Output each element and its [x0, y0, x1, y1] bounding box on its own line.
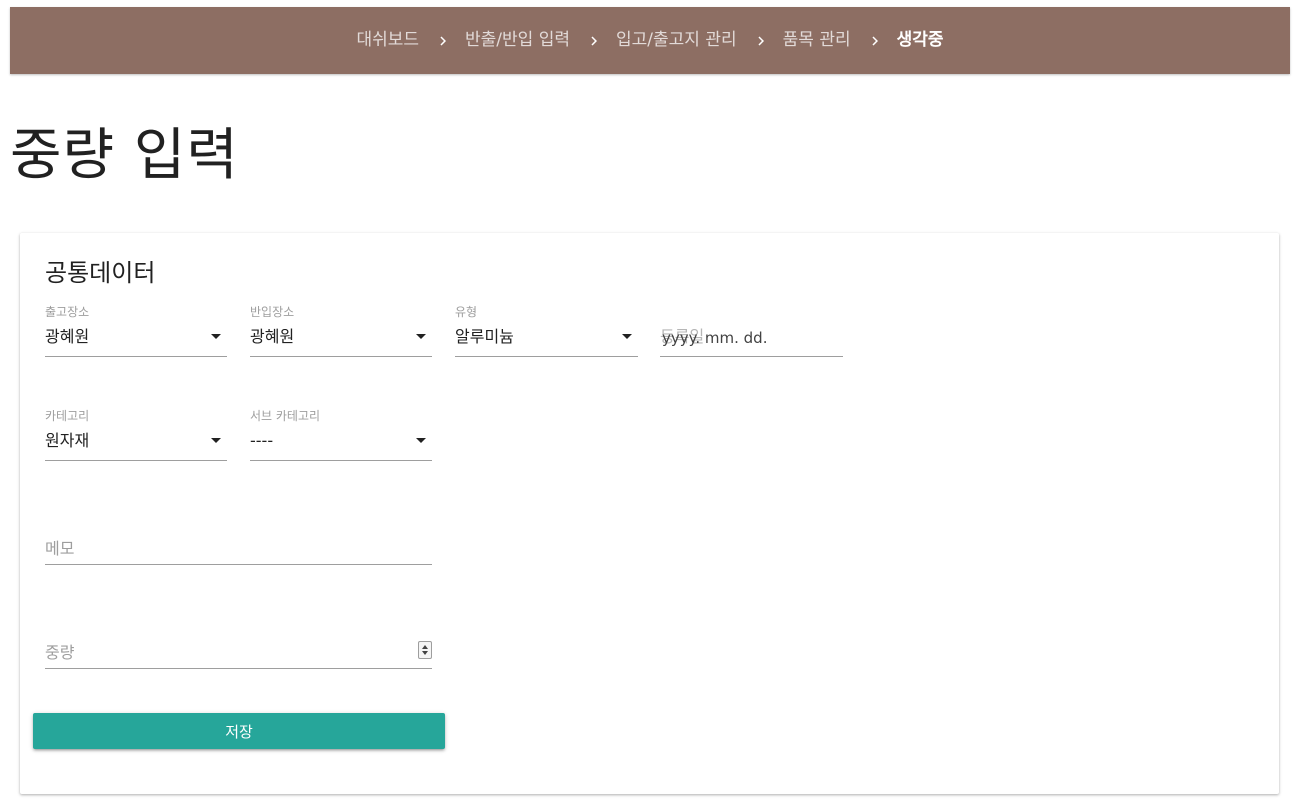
sub-category-label: 서브 카테고리	[250, 409, 321, 423]
breadcrumb-item-dashboard[interactable]: 대쉬보드	[356, 25, 419, 50]
date-value: yyyy. mm. dd.	[662, 329, 768, 347]
breadcrumb: 대쉬보드 반출/반입 입력 입고/출고지 관리 품목 관리 생각중	[356, 23, 943, 53]
type-select[interactable]: 유형 알루미늄	[455, 305, 638, 357]
in-place-label: 반입장소	[250, 305, 295, 319]
sub-category-value: ----	[250, 431, 274, 450]
chevron-right-icon	[749, 29, 773, 53]
memo-placeholder: 메모	[45, 539, 75, 558]
section-title: 공통데이터	[45, 259, 156, 287]
in-place-select[interactable]: 반입장소 광혜원	[250, 305, 432, 357]
out-place-label: 출고장소	[45, 305, 90, 319]
sub-category-select[interactable]: 서브 카테고리 ----	[250, 409, 432, 461]
chevron-right-icon	[863, 29, 887, 53]
breadcrumb-item-carry-in-out[interactable]: 반출/반입 입력	[465, 25, 570, 50]
save-button[interactable]: 저장	[33, 713, 445, 749]
in-place-value: 광혜원	[250, 327, 295, 346]
out-place-value: 광혜원	[45, 327, 90, 346]
memo-input[interactable]: 메모	[45, 513, 432, 565]
spinner-up-icon[interactable]	[422, 645, 428, 649]
dropdown-arrow-icon	[211, 334, 221, 339]
category-select[interactable]: 카테고리 원자재	[45, 409, 227, 461]
breadcrumb-item-items[interactable]: 품목 관리	[783, 25, 851, 50]
page-title: 중량 입력	[10, 123, 239, 188]
category-label: 카테고리	[45, 409, 90, 423]
weight-input[interactable]: 중량	[45, 617, 432, 669]
dropdown-arrow-icon	[416, 438, 426, 443]
type-value: 알루미늄	[455, 327, 514, 346]
dropdown-arrow-icon	[211, 438, 221, 443]
chevron-right-icon	[582, 29, 606, 53]
out-place-select[interactable]: 출고장소 광혜원	[45, 305, 227, 357]
type-label: 유형	[455, 305, 478, 319]
dropdown-arrow-icon	[622, 334, 632, 339]
breadcrumb-bar: 대쉬보드 반출/반입 입력 입고/출고지 관리 품목 관리 생각중	[10, 7, 1290, 74]
breadcrumb-item-locations[interactable]: 입고/출고지 관리	[616, 25, 737, 50]
category-value: 원자재	[45, 431, 90, 450]
form-card: 공통데이터 출고장소 광혜원 반입장소 광혜원 유형 알루미늄 등록일 yyyy…	[20, 233, 1279, 794]
dropdown-arrow-icon	[416, 334, 426, 339]
number-spinner[interactable]	[418, 641, 432, 659]
spinner-down-icon[interactable]	[422, 651, 428, 655]
chevron-right-icon	[431, 29, 455, 53]
weight-placeholder: 중량	[45, 643, 75, 662]
breadcrumb-item-current[interactable]: 생각중	[897, 25, 944, 50]
date-input[interactable]: 등록일 yyyy. mm. dd.	[660, 305, 843, 357]
